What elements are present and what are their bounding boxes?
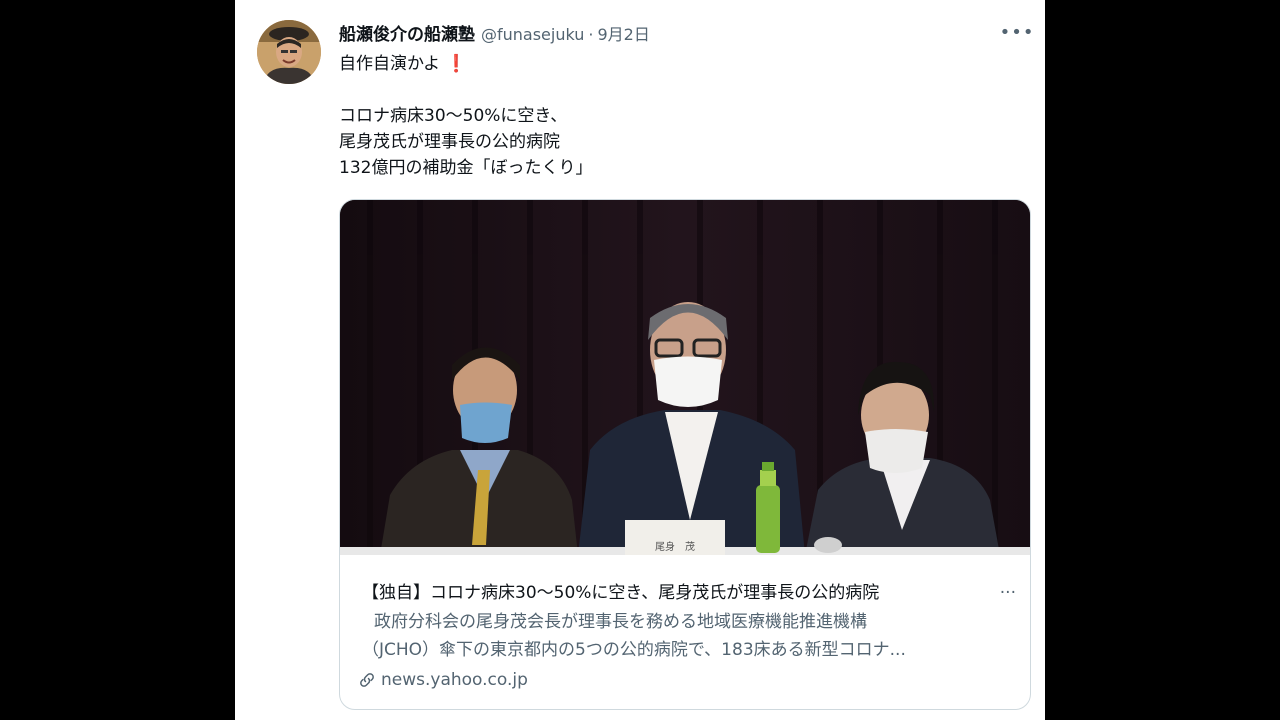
card-title[interactable]: 【独自】コロナ病床30～50%に空き、尾身茂氏が理事長の公的病院 ... bbox=[362, 578, 1022, 603]
name-placard: 尾身 茂 bbox=[655, 540, 695, 553]
card-title-ellipsis: ... bbox=[999, 578, 1016, 598]
tweet[interactable]: 船瀬俊介の船瀬塾 @funasejuku · 9月2日 ••• 自作自演かよ ❗… bbox=[235, 0, 1045, 720]
header-separator: · bbox=[588, 25, 594, 44]
avatar-image bbox=[257, 20, 321, 84]
more-options-icon[interactable]: ••• bbox=[1000, 20, 1034, 44]
card-description-line-2: （JCHO）傘下の東京都内の5つの公的病院で、183床ある新型コロナ... bbox=[362, 640, 906, 660]
author-name[interactable]: 船瀬俊介の船瀬塾 bbox=[339, 20, 475, 45]
tweet-text: 自作自演かよ ❗ コロナ病床30～50%に空き、 尾身茂氏が理事長の公的病院 1… bbox=[339, 51, 999, 181]
card-description-line-1: 政府分科会の尾身茂会長が理事長を務める地域医療機能推進機構 bbox=[374, 612, 867, 632]
author-handle[interactable]: @funasejuku bbox=[481, 25, 584, 44]
tweet-line-1-text: 自作自演かよ bbox=[339, 54, 441, 74]
tweet-line-2: コロナ病床30～50%に空き、 bbox=[339, 106, 568, 126]
card-domain-link[interactable]: news.yahoo.co.jp bbox=[358, 670, 528, 690]
tweet-date[interactable]: 9月2日 bbox=[598, 21, 650, 45]
tweet-header: 船瀬俊介の船瀬塾 @funasejuku · 9月2日 bbox=[339, 20, 650, 46]
card-image[interactable]: 尾身 茂 bbox=[340, 200, 1030, 555]
tweet-line-4: 132億円の補助金「ぼったくり」 bbox=[339, 158, 593, 178]
avatar[interactable] bbox=[257, 20, 321, 84]
card-title-text: 【独自】コロナ病床30～50%に空き、尾身茂氏が理事長の公的病院 bbox=[362, 583, 880, 603]
press-conference-photo: 尾身 茂 bbox=[340, 200, 1030, 555]
exclamation-icon: ❗ bbox=[445, 54, 467, 74]
card-domain: news.yahoo.co.jp bbox=[381, 670, 528, 690]
card-description: 政府分科会の尾身茂会長が理事長を務める地域医療機能推進機構 （JCHO）傘下の東… bbox=[362, 608, 1002, 664]
tweet-line-3: 尾身茂氏が理事長の公的病院 bbox=[339, 132, 560, 152]
tweet-line-1: 自作自演かよ ❗ bbox=[339, 51, 999, 77]
link-card[interactable]: 尾身 茂 【独自】コロナ病床30～50%に空き、尾身茂氏が理事長の公的病院 ..… bbox=[339, 199, 1031, 710]
link-icon bbox=[360, 673, 374, 687]
